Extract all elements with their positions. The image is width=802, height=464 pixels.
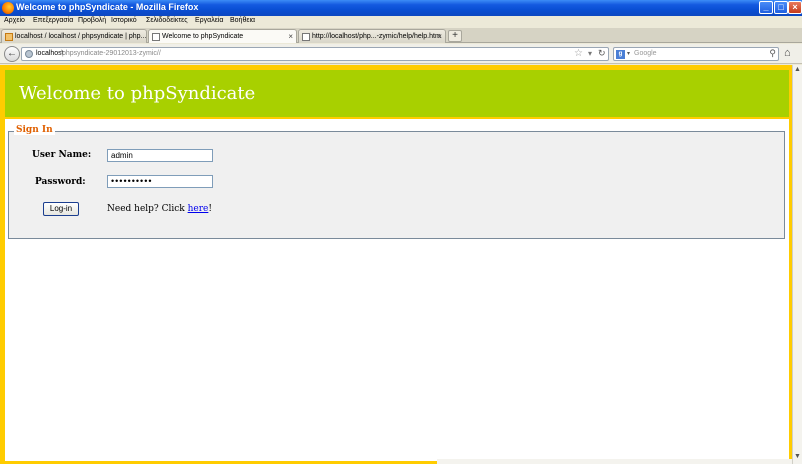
menu-bookmarks[interactable]: Σελιδοδείκτες (146, 17, 188, 24)
tab-label: http://localhost/php...-zymic/help/help.… (312, 33, 441, 40)
username-label: User Name: (32, 150, 92, 160)
close-tab-icon[interactable]: × (437, 32, 442, 41)
help-suffix: ! (208, 204, 212, 214)
title-bar: Welcome to phpSyndicate - Mozilla Firefo… (0, 0, 802, 16)
firefox-icon (2, 2, 14, 14)
vertical-scrollbar[interactable]: ▲ ▼ (792, 65, 802, 464)
page-body: Welcome to phpSyndicate Sign In User Nam… (5, 70, 789, 461)
maximize-button[interactable]: □ (774, 1, 788, 14)
tab-help[interactable]: http://localhost/php...-zymic/help/help.… (298, 29, 446, 43)
back-button[interactable]: ← (4, 46, 20, 62)
scroll-down-icon[interactable]: ▼ (794, 453, 801, 460)
tab-label: localhost / localhost / phpsyndicate | p… (15, 33, 147, 40)
arrow-left-icon: ← (7, 48, 17, 59)
help-text: Need help? Click here! (107, 204, 212, 214)
history-dropdown-icon[interactable]: ▾ (588, 49, 592, 58)
page-title: Welcome to phpSyndicate (19, 83, 256, 104)
menu-history[interactable]: Ιστορικό (111, 17, 137, 24)
tab-welcome[interactable]: Welcome to phpSyndicate × (148, 29, 297, 43)
page-icon (152, 33, 160, 41)
window-title: Welcome to phpSyndicate - Mozilla Firefo… (16, 2, 199, 12)
menu-tools[interactable]: Εργαλεία (195, 17, 223, 24)
signin-legend: Sign In (14, 125, 55, 135)
status-bar (437, 459, 792, 464)
search-icon[interactable]: ⚲ (769, 48, 776, 59)
page-icon (302, 33, 310, 41)
reload-icon[interactable]: ↻ (598, 48, 606, 59)
password-field[interactable]: •••••••••• (107, 175, 213, 188)
menu-view[interactable]: Προβολή (78, 17, 106, 24)
phpmyadmin-icon (5, 33, 13, 41)
tab-phpmyadmin[interactable]: localhost / localhost / phpsyndicate | p… (1, 29, 147, 43)
signin-fieldset: Sign In User Name: admin Password: •••••… (8, 125, 785, 239)
menu-bar: Αρχείο Επεξεργασία Προβολή Ιστορικό Σελι… (0, 16, 802, 28)
url-bar[interactable]: localhost /phpsyndicate-29012013-zymic//… (21, 47, 609, 61)
close-tab-icon[interactable]: × (288, 32, 293, 41)
bookmark-star-icon[interactable]: ☆ (574, 48, 583, 59)
scroll-up-icon[interactable]: ▲ (794, 66, 801, 73)
tab-strip: localhost / localhost / phpsyndicate | p… (0, 28, 802, 43)
help-prefix: Need help? Click (107, 204, 188, 214)
page-header: Welcome to phpSyndicate (5, 70, 789, 119)
login-button[interactable]: Log-in (43, 202, 79, 216)
navigation-bar: ← localhost /phpsyndicate-29012013-zymic… (0, 44, 802, 64)
search-placeholder: Google (634, 50, 657, 57)
url-path: /phpsyndicate-29012013-zymic// (60, 50, 161, 57)
username-field[interactable]: admin (107, 149, 213, 162)
menu-edit[interactable]: Επεξεργασία (33, 17, 73, 24)
google-icon[interactable]: g (616, 50, 625, 59)
menu-file[interactable]: Αρχείο (4, 17, 25, 24)
password-label: Password: (35, 177, 86, 187)
search-bar[interactable]: g ▾ Google ⚲ (613, 47, 779, 61)
minimize-button[interactable]: _ (759, 1, 773, 14)
page-frame: Welcome to phpSyndicate Sign In User Nam… (0, 65, 792, 464)
search-engine-dropdown-icon[interactable]: ▾ (627, 50, 630, 57)
menu-help[interactable]: Βοήθεια (230, 17, 255, 24)
home-icon[interactable]: ⌂ (784, 47, 791, 59)
help-link[interactable]: here (188, 204, 209, 214)
site-identity-icon[interactable] (25, 50, 33, 58)
close-button[interactable]: × (788, 1, 802, 14)
new-tab-button[interactable]: + (448, 30, 462, 42)
browser-window: Welcome to phpSyndicate - Mozilla Firefo… (0, 0, 802, 464)
tab-label: Welcome to phpSyndicate (162, 33, 244, 40)
